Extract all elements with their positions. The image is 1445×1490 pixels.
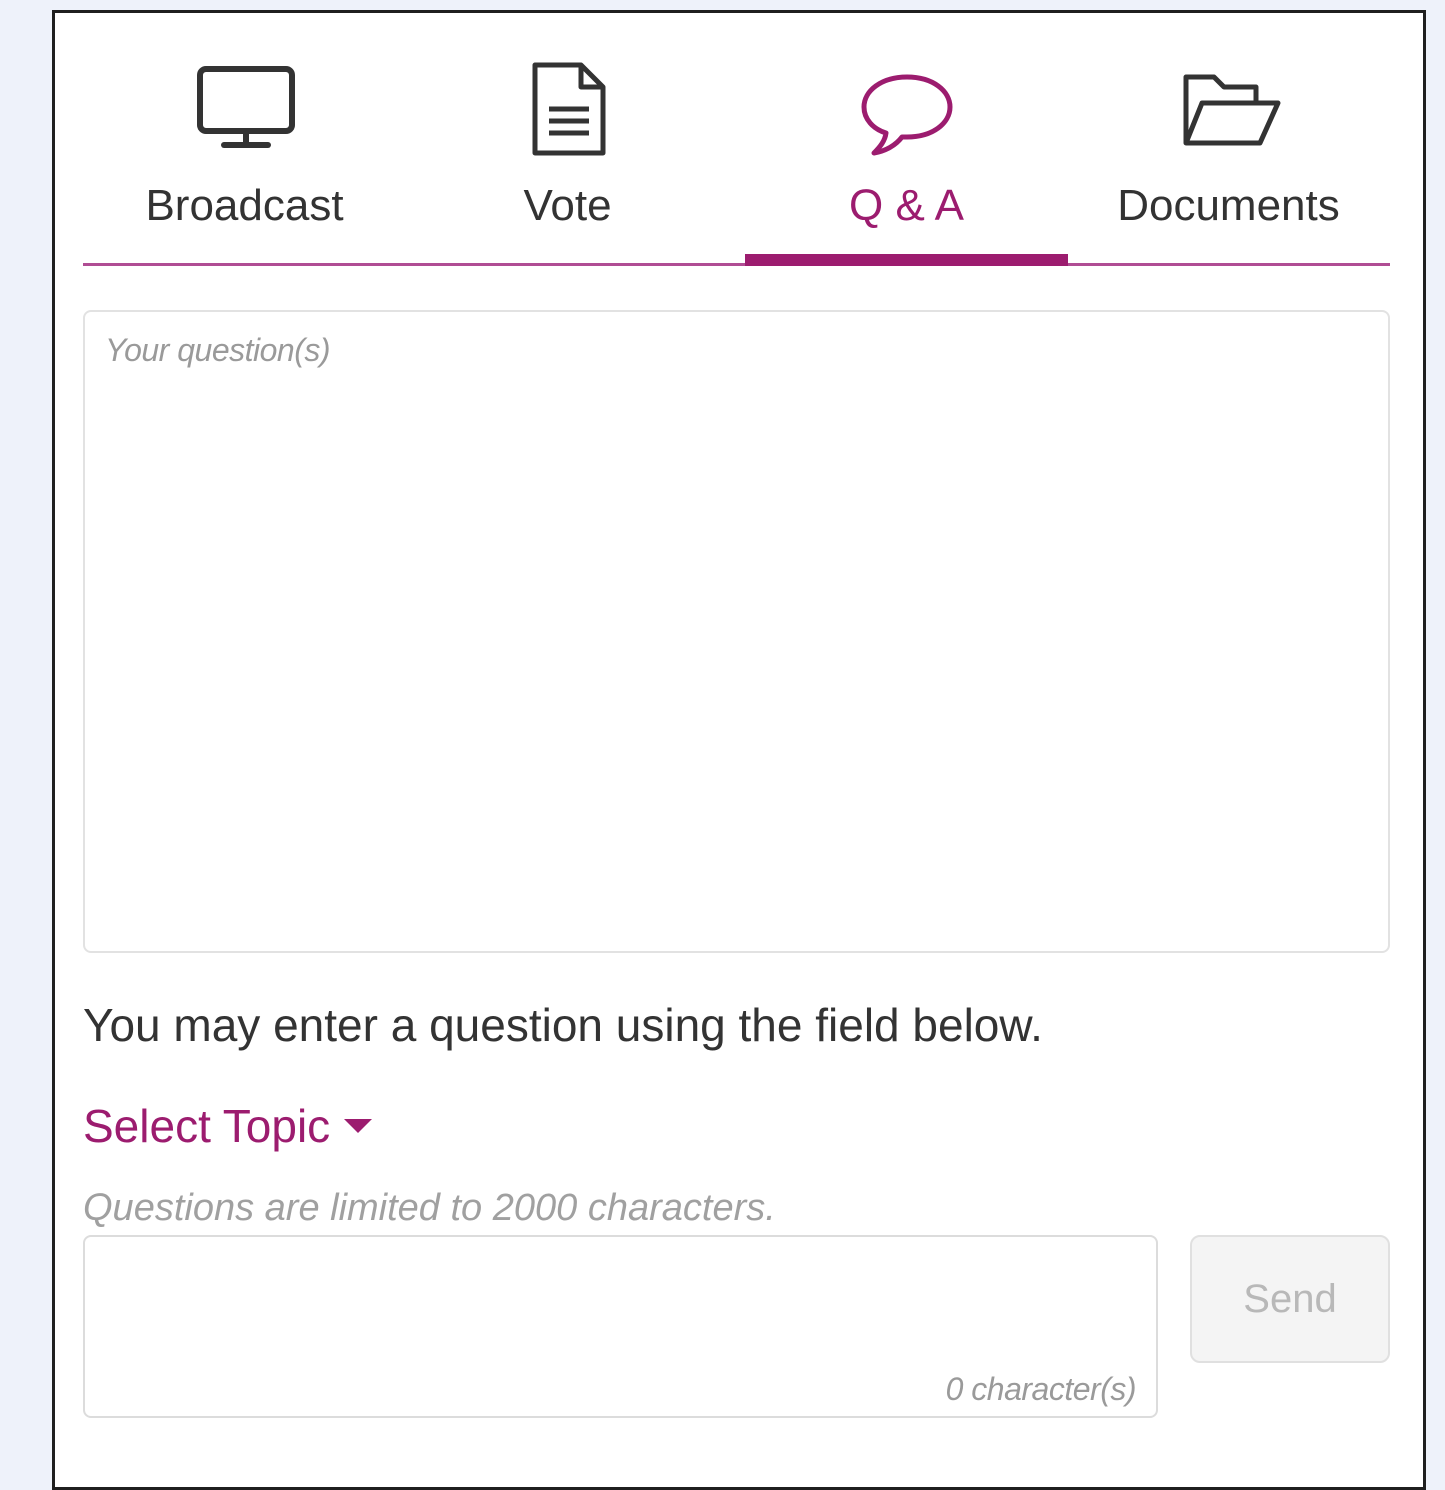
tab-vote-label: Vote: [523, 181, 612, 230]
send-button[interactable]: Send: [1190, 1235, 1390, 1363]
select-topic-dropdown[interactable]: Select Topic: [83, 1096, 373, 1156]
tab-documents-label: Documents: [1117, 181, 1340, 230]
speech-bubble-icon: [852, 61, 962, 161]
question-input[interactable]: 0 character(s): [83, 1235, 1158, 1418]
folder-open-icon: [1174, 61, 1284, 161]
tab-documents[interactable]: Documents: [1067, 13, 1390, 263]
questions-placeholder: Your question(s): [105, 332, 331, 368]
tab-bar: Broadcast Vote Q & A Documents: [83, 13, 1390, 266]
tab-broadcast[interactable]: Broadcast: [83, 13, 406, 263]
tab-vote[interactable]: Vote: [406, 13, 729, 263]
monitor-icon: [190, 61, 300, 161]
select-topic-label: Select Topic: [83, 1100, 331, 1152]
tab-broadcast-label: Broadcast: [145, 181, 344, 230]
tab-qa[interactable]: Q & A: [745, 13, 1068, 266]
instructions-text: You may enter a question using the field…: [83, 999, 1043, 1051]
character-limit-note: Questions are limited to 2000 characters…: [83, 1187, 776, 1229]
qa-panel: Broadcast Vote Q & A Documents Your ques…: [52, 10, 1426, 1490]
document-icon: [513, 61, 623, 161]
caret-down-icon: [344, 1118, 373, 1133]
character-count: 0 character(s): [945, 1371, 1137, 1407]
questions-list-area: Your question(s): [83, 310, 1390, 953]
active-tab-indicator: [745, 254, 1068, 266]
tab-qa-label: Q & A: [849, 181, 964, 230]
